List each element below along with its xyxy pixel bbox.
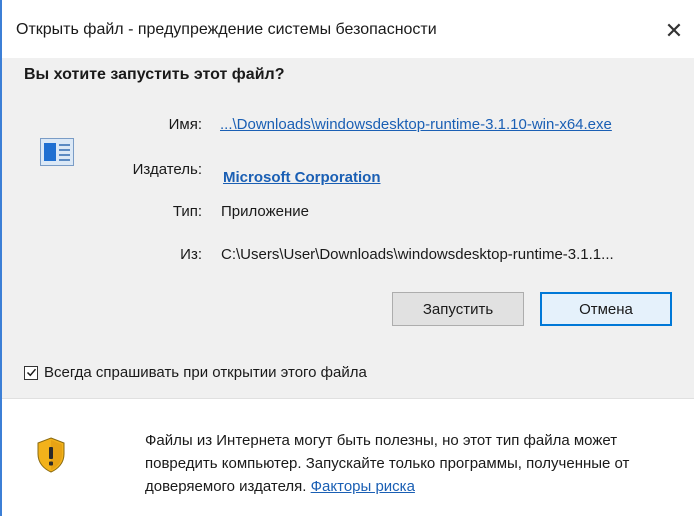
application-file-icon bbox=[40, 138, 74, 166]
warning-text-block: Файлы из Интернета могут быть полезны, н… bbox=[145, 429, 693, 498]
from-label: Из: bbox=[180, 246, 202, 263]
run-button[interactable]: Запустить bbox=[392, 292, 524, 326]
name-label: Имя: bbox=[168, 116, 202, 133]
always-ask-checkbox[interactable] bbox=[24, 365, 38, 380]
from-value: C:\Users\User\Downloads\windowsdesktop-r… bbox=[221, 246, 614, 263]
security-shield-icon bbox=[37, 437, 65, 473]
window-title: Открыть файл - предупреждение системы бе… bbox=[16, 21, 437, 38]
cancel-button-label: Отмена bbox=[579, 300, 633, 318]
dialog-heading: Вы хотите запустить этот файл? bbox=[24, 66, 285, 83]
always-ask-label: Всегда спрашивать при открытии этого фай… bbox=[44, 364, 367, 381]
dialog-main-panel: Вы хотите запустить этот файл? Имя: ...\… bbox=[2, 58, 694, 398]
close-button[interactable]: ✕ bbox=[654, 14, 694, 48]
risk-factors-link[interactable]: Факторы риска bbox=[311, 478, 415, 495]
run-button-label: Запустить bbox=[422, 300, 494, 318]
type-value: Приложение bbox=[221, 203, 309, 220]
checkmark-icon bbox=[26, 368, 36, 377]
publisher-link[interactable]: Microsoft Corporation bbox=[223, 169, 381, 186]
title-bar: Открыть файл - предупреждение системы бе… bbox=[2, 0, 694, 58]
always-ask-checkbox-row[interactable]: Всегда спрашивать при открытии этого фай… bbox=[24, 364, 367, 381]
security-warning-area: Файлы из Интернета могут быть полезны, н… bbox=[2, 399, 694, 516]
publisher-label: Издатель: bbox=[132, 161, 202, 178]
close-icon: ✕ bbox=[664, 18, 684, 43]
cancel-button[interactable]: Отмена bbox=[540, 292, 672, 326]
type-label: Тип: bbox=[172, 203, 202, 220]
file-name-link[interactable]: ...\Downloads\windowsdesktop-runtime-3.1… bbox=[220, 116, 612, 133]
